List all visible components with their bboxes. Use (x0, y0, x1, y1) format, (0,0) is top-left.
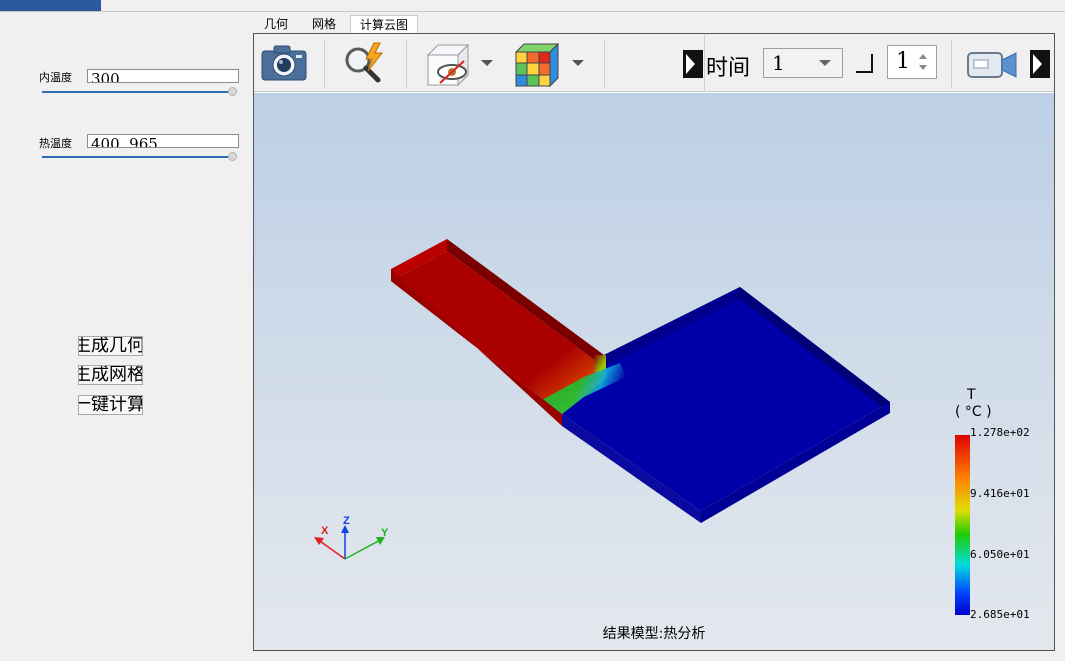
camera-icon[interactable] (260, 42, 308, 84)
one-click-compute-button[interactable]: 一键计算 (78, 395, 143, 415)
tab-result-contour[interactable]: 计算云图 (350, 15, 418, 34)
inner-temp-slider-handle[interactable] (228, 87, 237, 96)
y-axis-label: Y (381, 527, 389, 539)
time-step-spinbox[interactable]: 1 (887, 45, 937, 79)
x-axis-line (316, 538, 346, 560)
color-cube-icon[interactable] (512, 40, 560, 88)
colorbar-title-variable: T (967, 387, 976, 403)
magnifier-lightning-icon[interactable] (340, 41, 390, 85)
generate-geometry-button[interactable]: 生成几何 (78, 336, 143, 356)
hot-temp-slider-handle[interactable] (228, 152, 237, 161)
colorbar-tick-label: 2.685e+01 (970, 608, 1030, 621)
hot-temp-slider[interactable] (42, 156, 232, 158)
video-camera-icon[interactable] (966, 50, 1018, 80)
result-viewer: 时间 1 1 X Z Y T (°C) 1.278e+02 9.416e+0… (253, 33, 1055, 651)
y-axis-line (344, 538, 383, 560)
hot-temp-label: 热温度 (39, 137, 72, 150)
step-mark-icon (856, 54, 873, 73)
active-window-tab[interactable] (0, 0, 101, 11)
toolbar-separator (951, 40, 952, 88)
time-select[interactable]: 1 (763, 48, 843, 78)
generate-mesh-button[interactable]: 生成网格 (78, 365, 143, 385)
inner-temp-slider[interactable] (42, 91, 232, 93)
hot-temp-input[interactable]: 400, 965 (87, 134, 239, 148)
colorbar-tick-label: 1.278e+02 (970, 426, 1030, 439)
plate-top-face (562, 287, 890, 511)
result-model-caption: 结果模型:热分析 (602, 626, 706, 642)
time-label: 时间 (706, 56, 751, 81)
colorbar-tick-label: 9.416e+01 (970, 487, 1030, 500)
app-window: 内温度 300 热温度 400, 965 生成几何 生成网格 一键计算 几何 网… (0, 0, 1065, 661)
toolbar-separator (604, 40, 605, 88)
inner-temp-input[interactable]: 300 (87, 69, 239, 83)
toolbar-separator (704, 34, 705, 92)
colorbar-gradient (955, 435, 970, 615)
tab-mesh[interactable]: 网格 (304, 15, 344, 34)
viewport-3d[interactable]: X Z Y T ( °C ) 1.278e+02 9.416e+01 6.050… (254, 93, 1054, 650)
tab-geometry[interactable]: 几何 (256, 15, 296, 34)
spinbox-arrows-icon[interactable] (917, 51, 929, 73)
toolbar-collapse-icon[interactable] (683, 50, 703, 78)
toolbar-separator (406, 40, 407, 88)
toolbar-separator (324, 40, 325, 88)
top-menu-strip (0, 0, 1065, 12)
z-axis-label: Z (343, 515, 350, 527)
x-axis-label: X (321, 525, 329, 537)
viewer-toolbar: 时间 1 1 (254, 34, 1054, 92)
toolbar-expand-icon[interactable] (1030, 50, 1050, 78)
colorbar-title-unit: ( °C ) (955, 404, 992, 420)
inner-temp-label: 内温度 (39, 71, 72, 84)
axes-triad: X Z Y (314, 515, 389, 560)
box-eye-icon[interactable] (422, 41, 474, 87)
time-select-chevron-down-icon[interactable] (819, 60, 831, 66)
colorbar-tick-label: 6.050e+01 (970, 548, 1030, 561)
display-mode-dropdown-icon[interactable] (481, 60, 493, 66)
thermal-model: X Z Y (314, 239, 970, 615)
colormap-dropdown-icon[interactable] (572, 60, 584, 66)
